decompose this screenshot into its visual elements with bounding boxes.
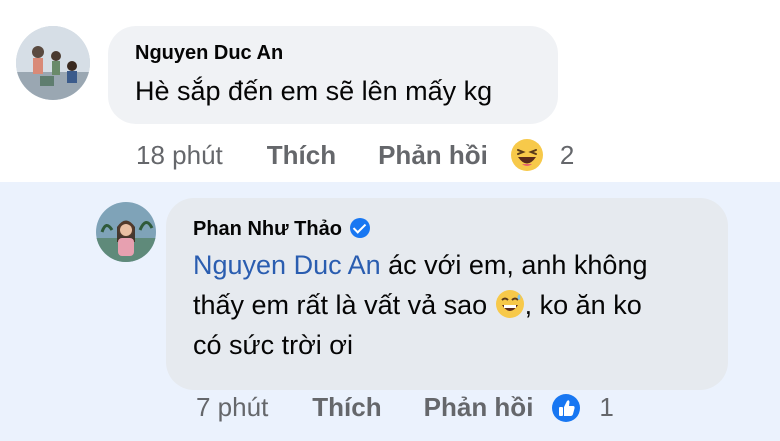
reply-text-line-1: Nguyen Duc An ác với em, anh không	[193, 246, 647, 284]
comment-timestamp[interactable]: 18 phút	[136, 140, 223, 171]
reply-text-segment: , ko ăn ko	[524, 290, 642, 320]
reply-text-segment: ác với em, anh không	[380, 250, 648, 280]
laughing-emoji-icon[interactable]	[510, 138, 544, 172]
reply-author-label: Phan Như Thảo	[193, 218, 342, 240]
reply-like-button[interactable]: Thích	[312, 392, 381, 423]
grinning-sweat-emoji-icon	[495, 289, 525, 319]
comment-text: Hè sắp đến em sẽ lên mấy kg	[135, 76, 493, 106]
comment-reaction-count[interactable]: 2	[560, 140, 574, 171]
comment-actions: 18 phút Thích Phản hồi 2	[136, 138, 574, 172]
like-thumbs-up-icon[interactable]	[551, 393, 581, 423]
reply-actions: 7 phút Thích Phản hồi 1	[196, 392, 614, 423]
reply-text-segment: thấy em rất là vất vả sao	[193, 290, 495, 320]
reply-reply-button[interactable]: Phản hồi	[424, 392, 534, 423]
comment-reply-button[interactable]: Phản hồi	[378, 140, 488, 171]
reply-author-name[interactable]: Phan Như Thảo	[193, 217, 370, 241]
reply-mention-link[interactable]: Nguyen Duc An	[193, 250, 381, 280]
reply-timestamp[interactable]: 7 phút	[196, 392, 268, 423]
reply-text-line-2: thấy em rất là vất vả sao , ko ăn ko	[193, 286, 642, 324]
comment-author-name[interactable]: Nguyen Duc An	[135, 42, 283, 65]
verified-badge-icon	[349, 217, 370, 238]
avatar-nguyen-duc-an[interactable]	[16, 26, 90, 100]
comment-like-button[interactable]: Thích	[267, 140, 336, 171]
reply-text-line-3: có sức trời ơi	[193, 330, 353, 360]
comment: Nguyen Duc An Hè sắp đến em sẽ lên mấy k…	[0, 0, 780, 182]
reply-thread: Phan Như Thảo Nguyen Duc An ác với em, a…	[0, 182, 780, 441]
avatar-phan-nhu-thao[interactable]	[96, 202, 156, 262]
reply-reaction-count[interactable]: 1	[599, 392, 613, 423]
